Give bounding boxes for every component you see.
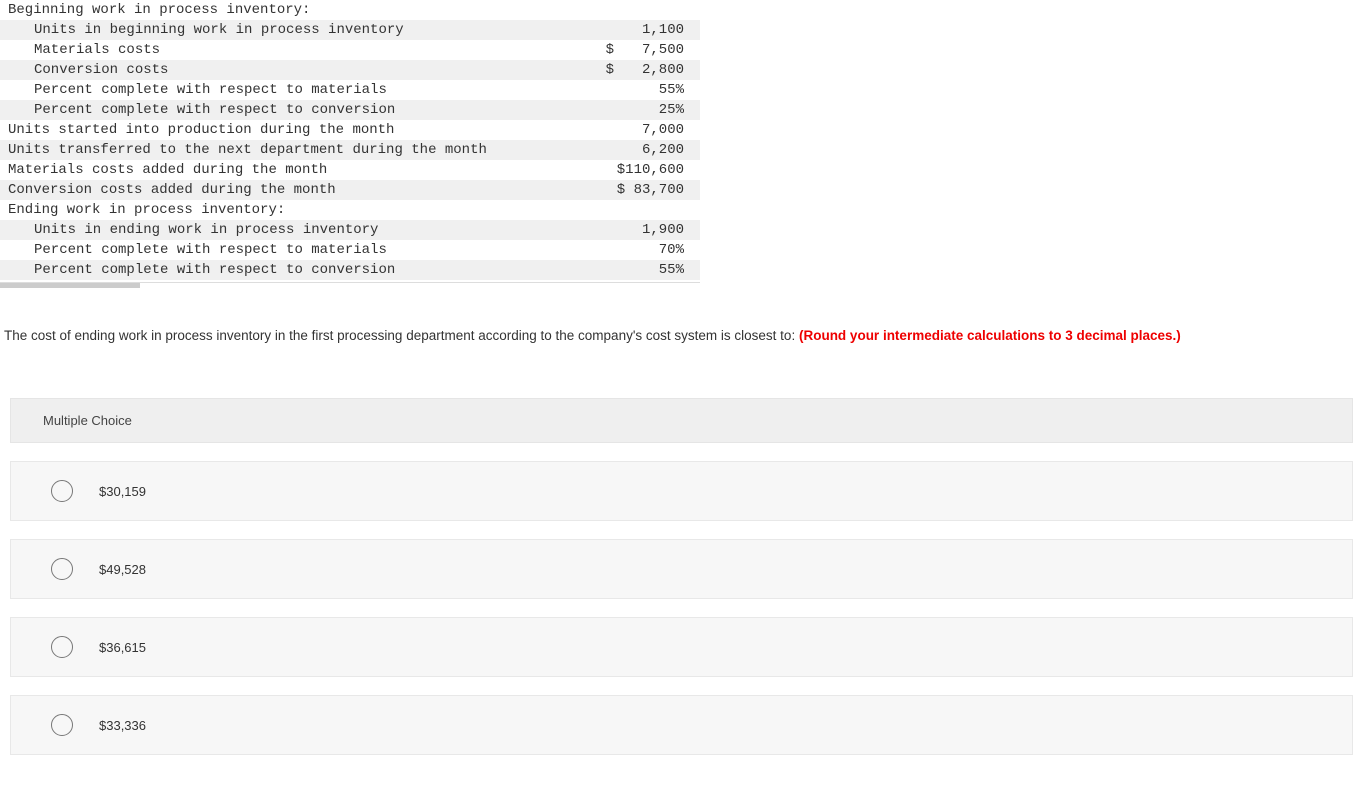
radio-icon[interactable] — [51, 558, 73, 580]
question-text: The cost of ending work in process inven… — [0, 328, 1363, 343]
amount: 1,100 — [642, 22, 684, 38]
row-value: 1,900 — [580, 222, 700, 238]
table-row: Conversion costs$2,800 — [0, 60, 700, 80]
row-value — [580, 2, 700, 18]
radio-icon[interactable] — [51, 480, 73, 502]
row-value: 70% — [580, 242, 700, 258]
mc-option[interactable]: $33,336 — [10, 695, 1353, 755]
mc-option[interactable]: $49,528 — [10, 539, 1353, 599]
amount: 1,900 — [642, 222, 684, 238]
row-label: Percent complete with respect to convers… — [0, 262, 580, 278]
table-row: Percent complete with respect to materia… — [0, 240, 700, 260]
horizontal-scrollbar[interactable] — [0, 282, 700, 288]
amount: 55% — [659, 262, 684, 278]
amount: 6,200 — [642, 142, 684, 158]
table-row: Units in beginning work in process inven… — [0, 20, 700, 40]
row-value: $110,600 — [580, 162, 700, 178]
row-value: 7,000 — [580, 122, 700, 138]
row-value: 1,100 — [580, 22, 700, 38]
table-row: Conversion costs added during the month $… — [0, 180, 700, 200]
radio-icon[interactable] — [51, 636, 73, 658]
amount: 25% — [659, 102, 684, 118]
row-label: Percent complete with respect to materia… — [0, 82, 580, 98]
row-label: Units transferred to the next department… — [0, 142, 580, 158]
row-label: Percent complete with respect to convers… — [0, 102, 580, 118]
table-row: Materials costs$7,500 — [0, 40, 700, 60]
mc-option-label: $36,615 — [99, 640, 146, 655]
amount: 7,500 — [614, 42, 684, 58]
row-label: Beginning work in process inventory: — [0, 2, 580, 18]
table-row: Units started into production during the… — [0, 120, 700, 140]
radio-icon[interactable] — [51, 714, 73, 736]
row-label: Materials costs — [0, 42, 580, 58]
amount: $110,600 — [617, 162, 684, 178]
amount: 70% — [659, 242, 684, 258]
row-label: Conversion costs — [0, 62, 580, 78]
table-row: Beginning work in process inventory: — [0, 0, 700, 20]
row-label: Conversion costs added during the month — [0, 182, 580, 198]
table-row: Units transferred to the next department… — [0, 140, 700, 160]
multiple-choice-options: $30,159 $49,528 $36,615 $33,336 — [10, 461, 1353, 755]
row-value: 55% — [580, 82, 700, 98]
row-value: $ 83,700 — [580, 182, 700, 198]
mc-option-label: $33,336 — [99, 718, 146, 733]
mc-option[interactable]: $36,615 — [10, 617, 1353, 677]
table-row: Percent complete with respect to materia… — [0, 80, 700, 100]
mc-option-label: $30,159 — [99, 484, 146, 499]
table-row: Ending work in process inventory: — [0, 200, 700, 220]
table-row: Percent complete with respect to convers… — [0, 260, 700, 280]
mc-header-label: Multiple Choice — [43, 413, 132, 428]
amount: 55% — [659, 82, 684, 98]
amount: $ 83,700 — [617, 182, 684, 198]
table-row: Percent complete with respect to convers… — [0, 100, 700, 120]
row-label: Ending work in process inventory: — [0, 202, 580, 218]
row-value: 55% — [580, 262, 700, 278]
data-table: Beginning work in process inventory: Unit… — [0, 0, 700, 280]
row-label: Units started into production during the… — [0, 122, 580, 138]
row-value — [580, 202, 700, 218]
mc-option[interactable]: $30,159 — [10, 461, 1353, 521]
row-label: Units in beginning work in process inven… — [0, 22, 580, 38]
multiple-choice-header: Multiple Choice — [10, 398, 1353, 443]
amount: 7,000 — [642, 122, 684, 138]
row-label: Percent complete with respect to materia… — [0, 242, 580, 258]
mc-option-label: $49,528 — [99, 562, 146, 577]
question-note: (Round your intermediate calculations to… — [799, 328, 1181, 343]
row-label: Units in ending work in process inventor… — [0, 222, 580, 238]
row-value: 6,200 — [580, 142, 700, 158]
table-row: Units in ending work in process inventor… — [0, 220, 700, 240]
row-value: 25% — [580, 102, 700, 118]
row-value: $2,800 — [580, 62, 700, 78]
currency-symbol: $ — [584, 62, 614, 78]
currency-symbol: $ — [584, 42, 614, 58]
row-value: $7,500 — [580, 42, 700, 58]
amount: 2,800 — [614, 62, 684, 78]
table-row: Materials costs added during the month $1… — [0, 160, 700, 180]
row-label: Materials costs added during the month — [0, 162, 580, 178]
question-body: The cost of ending work in process inven… — [4, 328, 799, 343]
